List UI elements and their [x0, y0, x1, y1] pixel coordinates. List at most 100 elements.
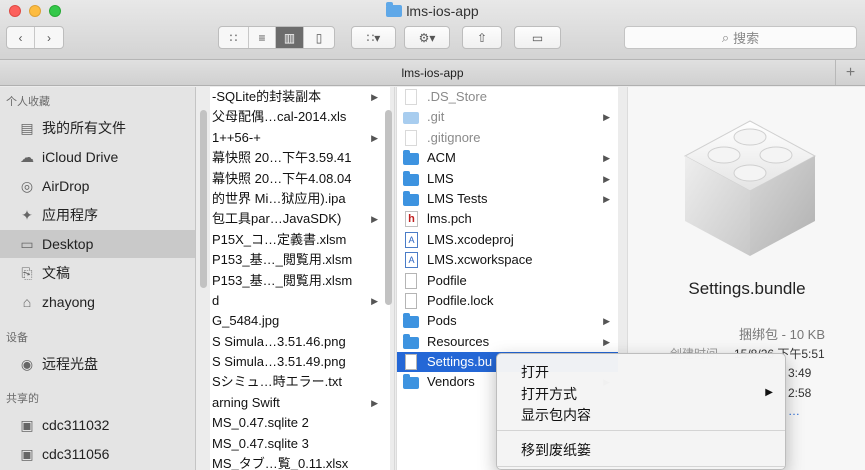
search-placeholder: 搜索 [733, 31, 760, 46]
sidebar-heading-favorites: 个人收藏 [6, 96, 50, 108]
file-row[interactable]: -SQLite的封装副本 ▶ [210, 87, 390, 107]
sidebar-item-applications[interactable]: ✦ 应用程序 [0, 201, 195, 229]
file-row[interactable]: Resources ▶ [397, 332, 618, 352]
folder-icon [403, 333, 419, 349]
file-row[interactable]: d ▶ [210, 291, 390, 311]
sidebar-item-documents[interactable]: ⎘ 文稿 [0, 259, 195, 287]
file-row[interactable]: LMS ▶ [397, 169, 618, 189]
file-row[interactable]: MS_タブ…覧_0.11.xlsx [210, 454, 390, 470]
file-row[interactable]: arning Swift ▶ [210, 393, 390, 413]
add-tab-button[interactable]: + [835, 60, 865, 85]
disclosure-arrow-icon: ▶ [603, 112, 610, 123]
disclosure-arrow-icon: ▶ [603, 193, 610, 204]
file-name: 包工具par…JavaSDK) [212, 211, 342, 227]
menu-item-open[interactable]: 打开 [521, 362, 549, 382]
list-icon: ≡ [258, 30, 266, 45]
file-row[interactable]: 的世界 Mi…狱应用).ipa [210, 189, 390, 209]
file-name: LMS Tests [427, 190, 488, 206]
file-row[interactable]: P15X_コ…定義書.xlsm [210, 230, 390, 250]
sidebar-item-airdrop[interactable]: ◎ AirDrop [0, 172, 195, 200]
airdrop-icon: ◎ [20, 177, 34, 194]
sidebar-item-desktop[interactable]: ▭ Desktop [0, 230, 195, 258]
list-view-button[interactable]: ≡ [249, 27, 276, 48]
sidebar-item-icloud[interactable]: ☁ iCloud Drive [0, 143, 195, 171]
file-row[interactable]: P153_基…_閲覧用.xlsm [210, 271, 390, 291]
coverflow-view-button[interactable]: ▯ [304, 27, 334, 48]
sidebar-item-label: iCloud Drive [42, 149, 119, 165]
share-button[interactable]: ⇧ [462, 26, 502, 49]
tags-button[interactable]: ▭ [514, 26, 561, 49]
file-row[interactable]: 幕快照 20…下午4.08.04 [210, 169, 390, 189]
file-name: lms.pch [427, 211, 472, 227]
menu-item-move-to-trash[interactable]: 移到废纸篓 [521, 440, 591, 460]
sidebar-item-all-files[interactable]: ▤ 我的所有文件 [0, 114, 195, 142]
file-row[interactable]: 父母配偶…cal-2014.xls [210, 107, 390, 127]
file-row[interactable]: A LMS.xcodeproj [397, 230, 618, 250]
file-row[interactable]: 包工具par…JavaSDK) ▶ [210, 209, 390, 229]
file-row[interactable]: .gitignore [397, 128, 618, 148]
file-row[interactable]: Sシミュ…時エラー.txt [210, 372, 390, 392]
file-name: 幕快照 20…下午3.59.41 [212, 150, 352, 166]
forward-button[interactable]: › [35, 27, 63, 48]
sidebar-item-label: cdc311056 [42, 446, 110, 462]
file-row[interactable]: G_5484.jpg [210, 311, 390, 331]
back-button[interactable]: ‹ [7, 27, 35, 48]
file-row[interactable]: MS_0.47.sqlite 3 [210, 434, 390, 454]
disc-icon: ◉ [20, 355, 34, 372]
file-row[interactable]: Podfile.lock [397, 291, 618, 311]
menu-item-show-package-contents[interactable]: 显示包内容 [521, 405, 591, 425]
file-row[interactable]: MS_0.47.sqlite 2 [210, 413, 390, 433]
sidebar-item-cdc311056[interactable]: ▣ cdc311056 [0, 440, 195, 468]
sidebar-item-home[interactable]: ⌂ zhayong [0, 288, 195, 316]
arrange-button[interactable]: ∷▾ [351, 26, 396, 49]
file-row[interactable]: Podfile [397, 271, 618, 291]
file-row[interactable]: ACM ▶ [397, 148, 618, 168]
file-row[interactable]: A LMS.xcworkspace [397, 250, 618, 270]
action-button[interactable]: ⚙▾ [404, 26, 450, 49]
menu-item-open-with[interactable]: 打开方式 [521, 384, 577, 404]
disclosure-arrow-icon: ▶ [371, 132, 378, 143]
file-name: Pods [427, 313, 457, 329]
sidebar-item-label: zhayong [42, 294, 95, 310]
file-name: LMS [427, 170, 454, 186]
sidebar-item-remote-disc[interactable]: ◉ 远程光盘 [0, 350, 195, 378]
search-input[interactable]: ⌕ 搜索 [624, 26, 857, 49]
path-bar: lms-ios-app + [0, 60, 865, 86]
file-row[interactable]: S Simula…3.51.49.png [210, 352, 390, 372]
file-row[interactable]: .DS_Store [397, 87, 618, 107]
desktop-column-left-scrollbar[interactable] [200, 110, 207, 288]
document-icon [405, 292, 417, 309]
cloud-icon: ☁ [20, 148, 34, 165]
menu-separator [497, 430, 785, 431]
file-name: 父母配偶…cal-2014.xls [212, 109, 347, 125]
desktop-icon: ▭ [20, 235, 34, 252]
gear-icon: ⚙▾ [418, 30, 436, 45]
window-title: lms-ios-app [0, 2, 865, 19]
sidebar-item-cdc311032[interactable]: ▣ cdc311032 [0, 411, 195, 439]
file-row[interactable]: 1++56-+ ▶ [210, 128, 390, 148]
file-row[interactable]: S Simula…3.51.46.png [210, 332, 390, 352]
file-row[interactable]: Pods ▶ [397, 311, 618, 331]
folder-icon [403, 112, 419, 125]
preview-more-link[interactable]: … [788, 404, 800, 418]
document-icon [405, 129, 417, 146]
file-row[interactable]: h lms.pch [397, 209, 618, 229]
chevron-right-icon: › [47, 30, 51, 45]
file-row[interactable]: .git ▶ [397, 107, 618, 127]
desktop-column-scrollbar[interactable] [385, 110, 392, 305]
columns-icon: ▥ [283, 30, 296, 45]
icon-view-button[interactable]: ∷ [219, 27, 249, 48]
column-view-button[interactable]: ▥ [276, 27, 304, 48]
sidebar-item-label: 远程光盘 [42, 356, 98, 372]
share-icon: ⇧ [476, 30, 488, 45]
file-name: -SQLite的封装副本 [212, 89, 322, 104]
file-row[interactable]: 幕快照 20…下午3.59.41 [210, 148, 390, 168]
column-divider[interactable] [394, 87, 395, 470]
file-row[interactable]: P153_基…_閲覧用.xlsm [210, 250, 390, 270]
disclosure-arrow-icon: ▶ [371, 397, 378, 408]
file-name: G_5484.jpg [212, 313, 280, 329]
file-row[interactable]: LMS Tests ▶ [397, 189, 618, 209]
file-name: Podfile [427, 272, 467, 288]
window-title-text: lms-ios-app [406, 3, 479, 19]
desktop-column: -SQLite的封装副本 ▶ 父母配偶…cal-2014.xls 1++56-+ ▶ 幕快… [210, 87, 390, 470]
